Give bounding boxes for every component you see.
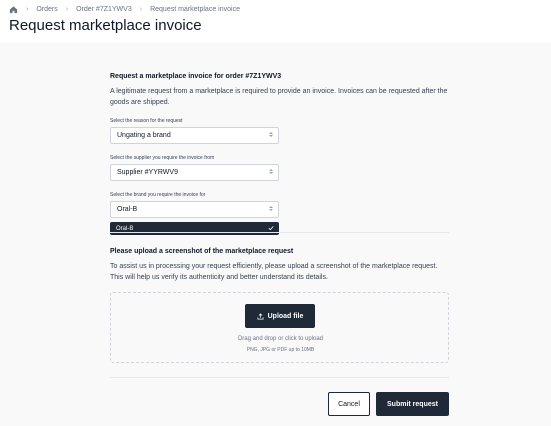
supplier-value: Supplier #YYRWV9 xyxy=(117,169,178,176)
upload-dropzone[interactable]: Upload file Drag and drop or click to up… xyxy=(110,292,449,363)
divider xyxy=(110,232,449,233)
upload-heading: Please upload a screenshot of the market… xyxy=(110,248,294,255)
upload-button-label: Upload file xyxy=(267,312,304,320)
upload-formats: PNG, JPG or PDF up to 10MB xyxy=(246,347,315,353)
upload-icon xyxy=(257,312,264,319)
supplier-select[interactable]: Supplier #YYRWV9 xyxy=(110,164,279,181)
form-description: A legitimate request from a marketplace … xyxy=(110,88,448,106)
chevron-up-down-icon xyxy=(269,206,273,211)
brand-value: Oral-B xyxy=(117,206,138,213)
chevron-right-icon: › xyxy=(65,5,69,13)
chevron-up-down-icon xyxy=(269,132,273,137)
cancel-button[interactable]: Cancel xyxy=(328,392,370,416)
chevron-up-down-icon xyxy=(269,169,273,174)
chevron-right-icon: › xyxy=(26,5,29,13)
page-title: Request marketplace invoice xyxy=(9,17,202,34)
home-icon[interactable] xyxy=(9,5,18,14)
breadcrumb-item-order[interactable]: Order #7Z1YWV3 xyxy=(76,6,132,13)
reason-select[interactable]: Ungating a brand xyxy=(110,127,279,144)
upload-file-button[interactable]: Upload file xyxy=(245,304,315,328)
breadcrumb-item-current: Request marketplace invoice xyxy=(150,5,240,13)
submit-request-button[interactable]: Submit request xyxy=(376,392,449,416)
reason-label: Select the reason for the request xyxy=(110,118,183,124)
chevron-right-icon: › xyxy=(139,5,143,13)
brand-option-label: Oral-B xyxy=(116,225,134,232)
form-area: Request a marketplace invoice for order … xyxy=(0,42,551,426)
breadcrumb: › Orders › Order #7Z1YWV3 › Request mark… xyxy=(9,4,240,14)
check-icon xyxy=(268,226,274,231)
breadcrumb-item-orders[interactable]: Orders xyxy=(36,6,57,13)
brand-option-oral-b[interactable]: Oral-B xyxy=(110,222,279,235)
divider xyxy=(110,377,449,378)
supplier-label: Select the supplier you require the invo… xyxy=(110,155,215,161)
reason-value: Ungating a brand xyxy=(117,132,171,139)
upload-hint: Drag and drop or click to upload xyxy=(237,336,324,342)
form-heading: Request a marketplace invoice for order … xyxy=(110,73,282,80)
page-header: › Orders › Order #7Z1YWV3 › Request mark… xyxy=(0,0,551,42)
brand-label: Select the brand you require the invoice… xyxy=(110,192,206,198)
upload-description: To assist us in processing your request … xyxy=(110,263,438,281)
brand-select[interactable]: Oral-B xyxy=(110,201,279,218)
